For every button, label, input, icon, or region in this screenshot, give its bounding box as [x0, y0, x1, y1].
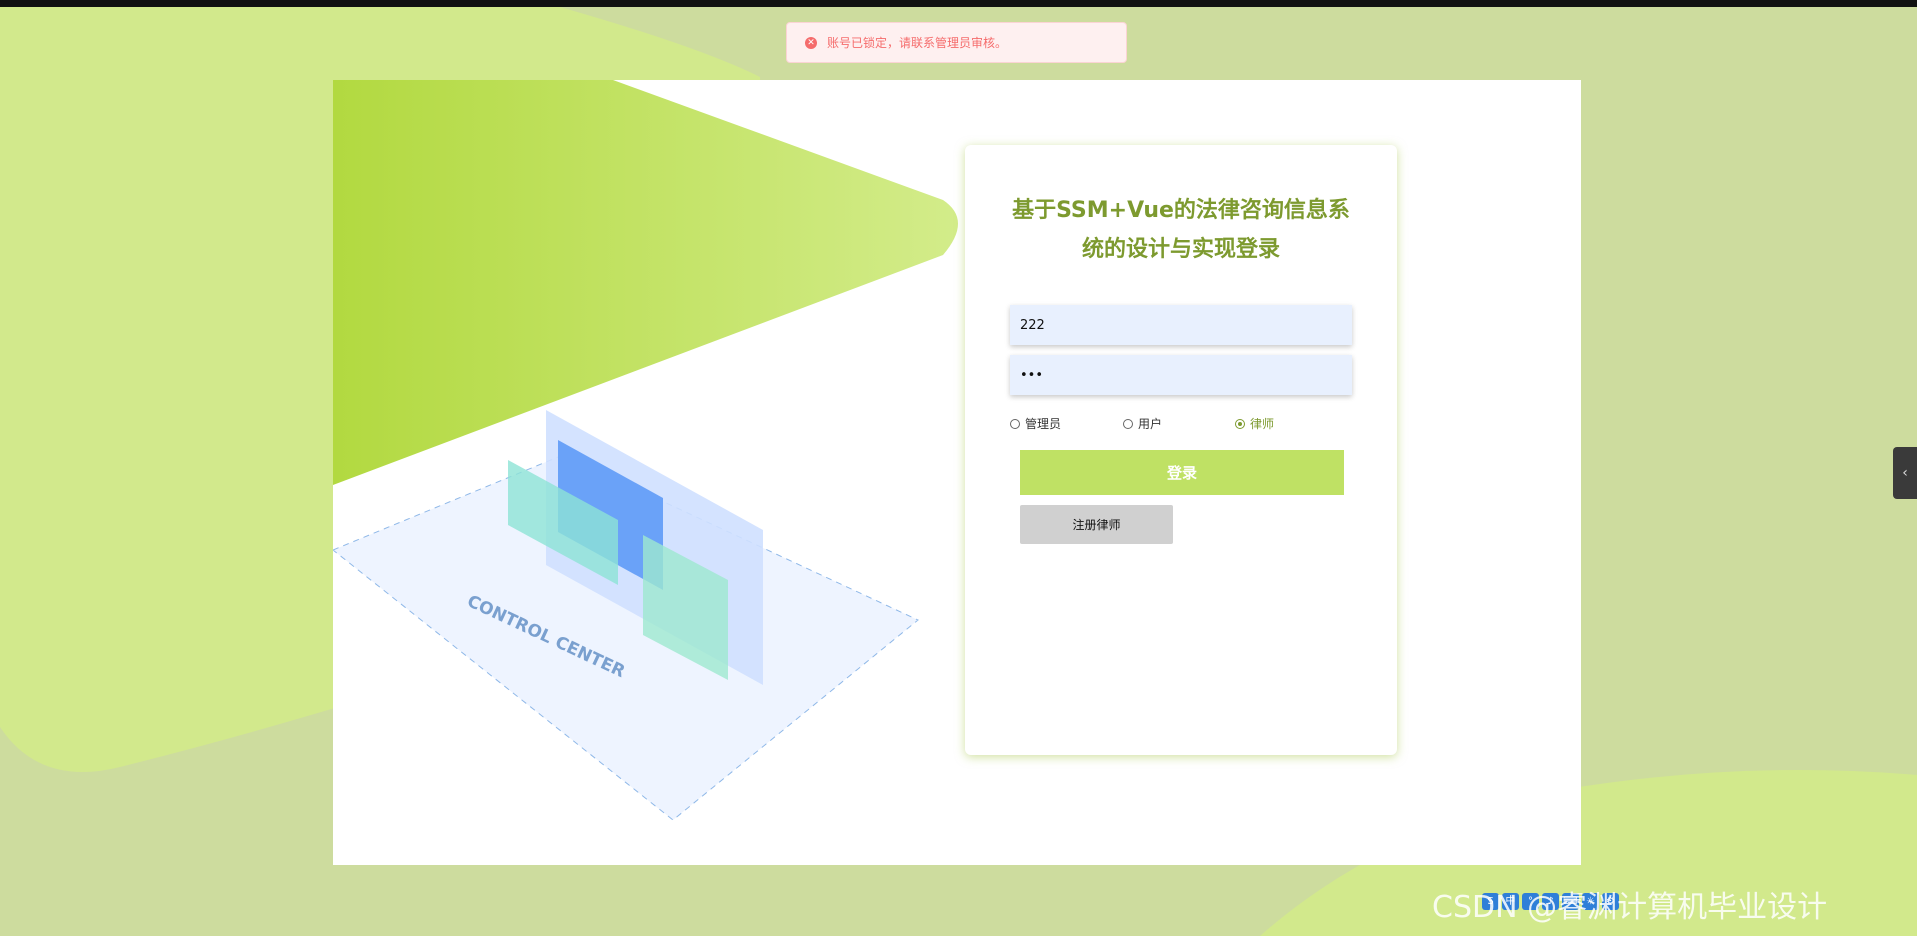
green-triangle-shape	[333, 80, 958, 485]
chevron-left-icon: ‹	[1902, 465, 1908, 481]
radio-checked-icon	[1235, 418, 1245, 429]
login-button[interactable]: 登录	[1020, 450, 1344, 495]
password-input[interactable]	[1010, 355, 1352, 395]
role-admin-radio[interactable]: 管理员	[1010, 415, 1061, 432]
radio-circle-icon	[1010, 418, 1020, 429]
side-panel-toggle[interactable]: ‹	[1893, 447, 1917, 499]
username-input[interactable]	[1010, 305, 1352, 345]
register-lawyer-button[interactable]: 注册律师	[1020, 505, 1173, 544]
watermark-text: CSDN @睿渊计算机毕业设计	[1432, 890, 1828, 925]
role-radio-group: 管理员 用户 律师	[1010, 415, 1370, 435]
toast-message: 账号已锁定，请联系管理员审核。	[827, 36, 1008, 50]
radio-circle-icon	[1123, 418, 1133, 429]
error-toast: ✕ 账号已锁定，请联系管理员审核。	[786, 22, 1127, 63]
role-user-radio[interactable]: 用户	[1123, 415, 1162, 432]
role-lawyer-radio[interactable]: 律师	[1235, 415, 1274, 432]
login-form: 基于SSM+Vue的法律咨询信息系统的设计与实现登录 管理员 用户 律师 登录 …	[965, 145, 1397, 755]
login-title: 基于SSM+Vue的法律咨询信息系统的设计与实现登录	[1012, 198, 1350, 262]
close-circle-icon: ✕	[805, 36, 817, 49]
browser-top-bar	[0, 0, 1917, 7]
